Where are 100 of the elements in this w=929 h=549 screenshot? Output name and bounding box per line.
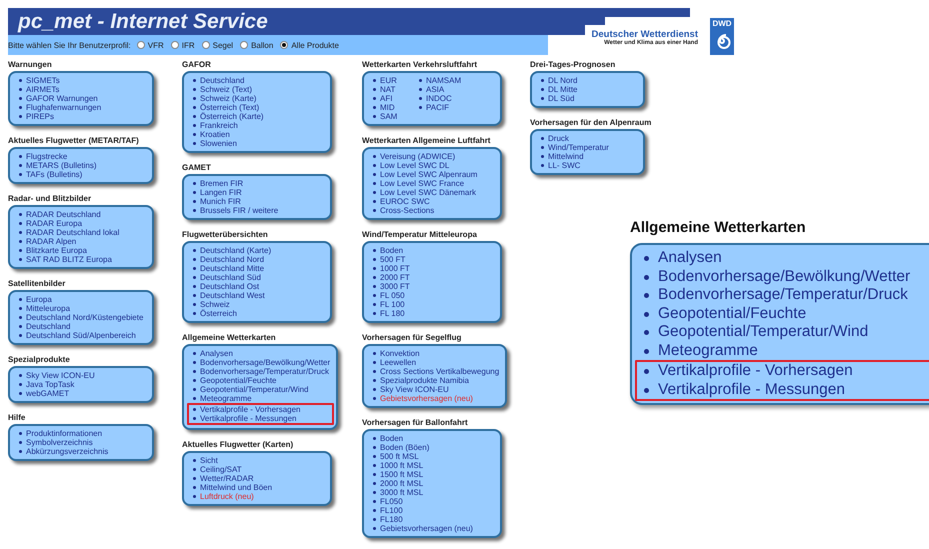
menu-link[interactable]: NAMSAM <box>418 76 494 85</box>
menu-link[interactable]: Vertikalprofile - Vorhersagen <box>192 405 330 414</box>
menu-link[interactable]: Deutschland Nord <box>192 255 324 264</box>
radio-icon[interactable] <box>240 41 248 49</box>
menu-link[interactable]: Druck <box>540 134 637 143</box>
menu-link[interactable]: 1000 ft MSL <box>372 461 494 470</box>
menu-link[interactable]: RADAR Deutschland <box>18 210 146 219</box>
menu-link[interactable]: Boden (Böen) <box>372 443 494 452</box>
menu-link[interactable]: Frankreich <box>192 121 324 130</box>
menu-link[interactable]: 3000 ft MSL <box>372 488 494 497</box>
menu-link[interactable]: Symbolverzeichnis <box>18 438 146 447</box>
menu-link[interactable]: Slowenien <box>192 139 324 148</box>
profile-radio[interactable]: Segel <box>202 40 234 50</box>
profile-radio[interactable]: IFR <box>170 40 195 50</box>
menu-link[interactable]: FL050 <box>372 497 494 506</box>
menu-link[interactable]: Schweiz (Karte) <box>192 94 324 103</box>
menu-link[interactable]: Cross Sections Vertikalbewegung <box>372 367 500 376</box>
profile-radio[interactable]: Ballon <box>240 40 274 50</box>
menu-link[interactable]: Gebietsvorhersagen (neu) <box>372 524 494 533</box>
menu-link[interactable]: Produktinformationen <box>18 429 146 438</box>
menu-link[interactable]: Mittelwind und Böen <box>192 483 324 492</box>
menu-link[interactable]: Boden <box>372 434 494 443</box>
menu-link[interactable]: Blitzkarte Europa <box>18 246 146 255</box>
menu-link[interactable]: Boden <box>372 246 494 255</box>
menu-link[interactable]: RADAR Deutschland lokal <box>18 228 146 237</box>
menu-link[interactable]: FL 100 <box>372 300 494 309</box>
menu-link[interactable]: 500 ft MSL <box>372 452 494 461</box>
menu-link[interactable]: 1500 ft MSL <box>372 470 494 479</box>
menu-link[interactable]: FL100 <box>372 506 494 515</box>
menu-link[interactable]: Bodenvorhersage/Temperatur/Druck <box>640 286 929 304</box>
menu-link[interactable]: METARS (Bulletins) <box>18 161 146 170</box>
menu-link[interactable]: Vertikalprofile - Messungen <box>640 380 929 399</box>
menu-link[interactable]: Bodenvorhersage/Bewölkung/Wetter <box>192 358 330 367</box>
menu-link[interactable]: Cross-Sections <box>372 206 494 215</box>
menu-link[interactable]: 500 FT <box>372 255 494 264</box>
menu-link[interactable]: Schweiz <box>192 300 324 309</box>
menu-link[interactable]: MID <box>372 103 418 112</box>
menu-link[interactable]: Analysen <box>192 349 330 358</box>
menu-link[interactable]: Low Level SWC France <box>372 179 494 188</box>
menu-link[interactable]: Flughafenwarnungen <box>18 103 146 112</box>
radio-icon[interactable] <box>202 41 210 49</box>
menu-link[interactable]: NAT <box>372 85 418 94</box>
menu-link[interactable]: Spezialprodukte Namibia <box>372 376 500 385</box>
menu-link[interactable]: Deutschland <box>18 322 146 331</box>
menu-link[interactable]: ASIA <box>418 85 494 94</box>
menu-link[interactable]: Sky View ICON-EU <box>18 371 146 380</box>
menu-link[interactable]: SAM <box>372 112 418 121</box>
menu-link[interactable]: Deutschland Süd/Alpenbereich <box>18 331 146 340</box>
profile-radio[interactable]: Alle Produkte <box>280 40 339 50</box>
menu-link[interactable]: Geopotential/Feuchte <box>192 376 330 385</box>
menu-link[interactable]: Sky View ICON-EU <box>372 385 500 394</box>
menu-link[interactable]: Geopotential/Feuchte <box>640 304 929 323</box>
menu-link[interactable]: Bremen FIR <box>192 179 324 188</box>
menu-link[interactable]: webGAMET <box>18 389 146 398</box>
menu-link[interactable]: LL- SWC <box>540 161 637 170</box>
menu-link[interactable]: Geopotential/Temperatur/Wind <box>640 323 929 342</box>
menu-link[interactable]: DL Süd <box>540 94 637 103</box>
menu-link[interactable]: Deutschland West <box>192 291 324 300</box>
menu-link[interactable]: Munich FIR <box>192 197 324 206</box>
menu-link[interactable]: Abkürzungsverzeichnis <box>18 447 146 456</box>
profile-radio[interactable]: VFR <box>136 40 164 50</box>
menu-link[interactable]: Deutschland Ost <box>192 282 324 291</box>
menu-link[interactable]: SIGMETs <box>18 76 146 85</box>
menu-link[interactable]: FL 050 <box>372 291 494 300</box>
menu-link[interactable]: RADAR Alpen <box>18 237 146 246</box>
menu-link[interactable]: Mitteleuropa <box>18 304 146 313</box>
menu-link[interactable]: DL Nord <box>540 76 637 85</box>
menu-link[interactable]: Vereisung (ADWICE) <box>372 152 494 161</box>
menu-link[interactable]: Konvektion <box>372 349 500 358</box>
menu-link[interactable]: Bodenvorhersage/Temperatur/Druck <box>192 367 330 376</box>
menu-link[interactable]: EUROC SWC <box>372 197 494 206</box>
menu-link[interactable]: 3000 FT <box>372 282 494 291</box>
menu-link[interactable]: Wetter/RADAR <box>192 474 324 483</box>
menu-link[interactable]: FL180 <box>372 515 494 524</box>
menu-link[interactable]: Bodenvorhersage/Bewölkung/Wetter <box>640 268 929 286</box>
radio-icon[interactable] <box>170 41 179 49</box>
menu-link[interactable]: Schweiz (Text) <box>192 85 324 94</box>
menu-link[interactable]: Java TopTask <box>18 380 146 389</box>
menu-link[interactable]: 2000 FT <box>372 273 494 282</box>
menu-link[interactable]: 2000 ft MSL <box>372 479 494 488</box>
menu-link[interactable]: Meteogramme <box>192 394 330 403</box>
menu-link[interactable]: Low Level SWC DL <box>372 161 494 170</box>
menu-link[interactable]: INDOC <box>418 94 494 103</box>
radio-icon[interactable] <box>280 41 288 49</box>
menu-link[interactable]: Wind/Temperatur <box>540 143 637 152</box>
menu-link[interactable]: RADAR Europa <box>18 219 146 228</box>
menu-link[interactable]: Langen FIR <box>192 188 324 197</box>
menu-link[interactable]: SAT RAD BLITZ Europa <box>18 255 146 264</box>
menu-link[interactable]: Leewellen <box>372 358 500 367</box>
menu-link[interactable]: Geopotential/Temperatur/Wind <box>192 385 330 394</box>
menu-link[interactable]: Mittelwind <box>540 152 637 161</box>
menu-link[interactable]: Deutschland Nord/Küstengebiete <box>18 313 146 322</box>
menu-link[interactable]: Sicht <box>192 456 324 465</box>
menu-link[interactable]: Vertikalprofile - Messungen <box>192 414 330 423</box>
menu-link[interactable]: Ceiling/SAT <box>192 465 324 474</box>
menu-link[interactable]: EUR <box>372 76 418 85</box>
menu-link[interactable]: Österreich (Karte) <box>192 112 324 121</box>
menu-link[interactable]: Europa <box>18 295 146 304</box>
radio-icon[interactable] <box>136 41 145 49</box>
menu-link[interactable]: Vertikalprofile - Vorhersagen <box>640 362 929 380</box>
